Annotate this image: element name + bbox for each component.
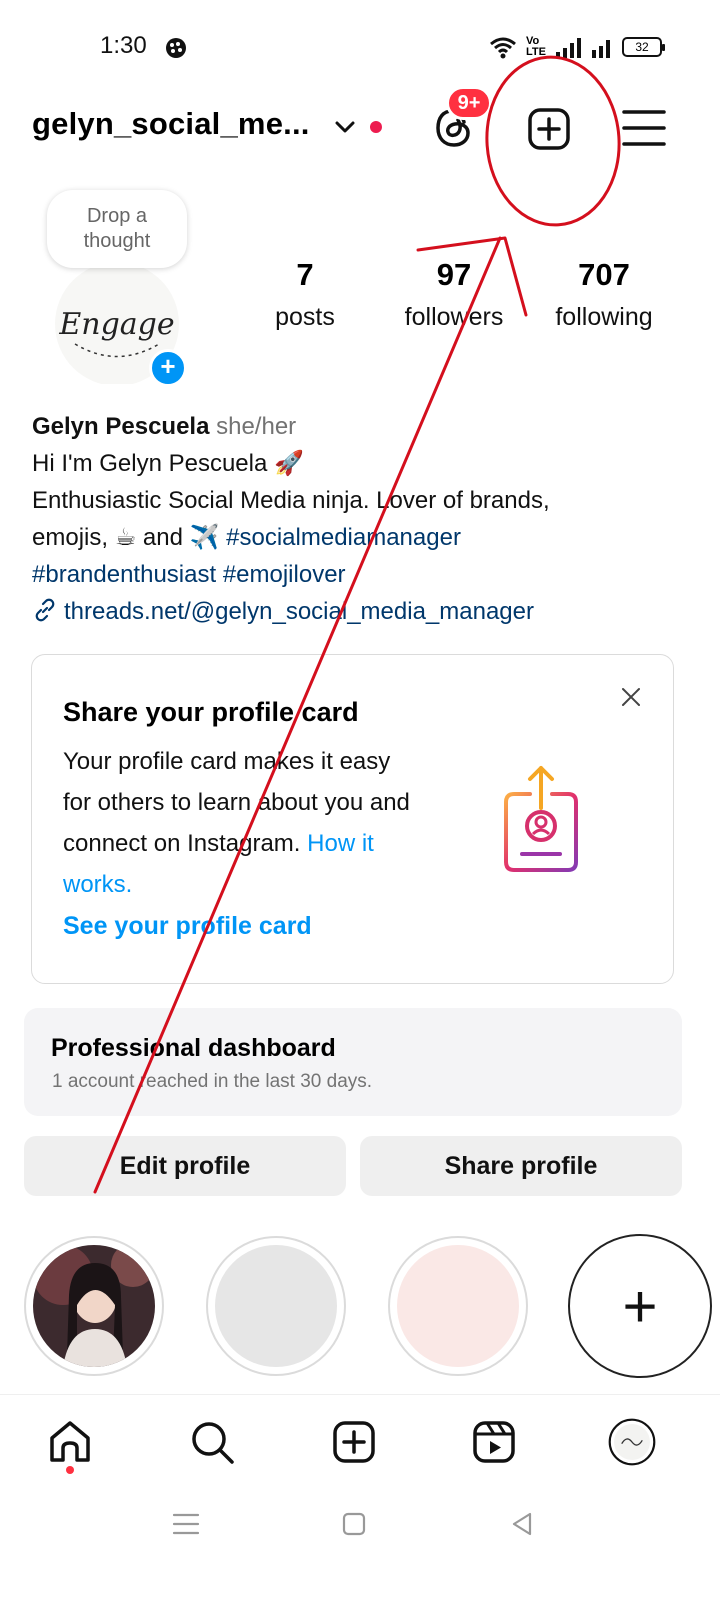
highlight-2-cover (215, 1245, 337, 1367)
posts-count: 7 (296, 257, 314, 292)
hashtag-brandenthusiast[interactable]: #brandenthusiast (32, 561, 216, 588)
nav-divider (0, 1394, 720, 1418)
followers-count: 97 (436, 257, 472, 292)
highlight-3-cover (397, 1245, 519, 1367)
new-activity-dot (370, 121, 382, 133)
hashtag-socialmediamanager[interactable]: #socialmediamanager (226, 524, 461, 551)
threads-link[interactable]: threads.net/@gelyn_social_media_manager (64, 598, 534, 625)
hamburger-menu-icon[interactable] (620, 104, 668, 152)
stat-following[interactable]: 707 following (540, 257, 668, 332)
battery-icon: 32 (622, 37, 665, 57)
bio-line-3: emojis, ☕ and ✈️ (32, 524, 220, 551)
highlight-3[interactable] (388, 1236, 528, 1376)
volte-label: Vo LTE (526, 35, 546, 58)
notification-badge: 9+ (446, 86, 492, 120)
create-icon[interactable] (330, 1418, 378, 1466)
add-story-plus-icon[interactable]: + (149, 349, 187, 387)
username-switcher[interactable]: gelyn_social_me... (32, 106, 310, 142)
profile-tab-avatar-icon[interactable] (608, 1418, 656, 1466)
reels-icon[interactable] (470, 1418, 518, 1466)
signal-icon-2 (592, 40, 610, 58)
dashboard-subtitle: 1 account reached in the last 30 days. (52, 1071, 373, 1092)
how-it-works-link[interactable]: How it (307, 830, 374, 857)
posts-label: posts (275, 303, 335, 331)
highlight-1-cover (33, 1245, 155, 1367)
share-profile-button[interactable]: Share profile (360, 1136, 682, 1196)
stat-posts[interactable]: 7 posts (262, 257, 348, 332)
signal-icon (556, 38, 581, 58)
hashtag-emojilover[interactable]: #emojilover (223, 561, 346, 588)
system-home-icon[interactable] (338, 1508, 370, 1540)
card-line-3: connect on Instagram. (63, 830, 301, 857)
profile-card-title: Share your profile card (63, 697, 359, 727)
status-time: 1:30 (100, 32, 147, 59)
profile-card-share-icon (504, 766, 578, 872)
profile-bio: Gelyn Pescuela she/her Hi I'm Gelyn Pesc… (32, 408, 692, 630)
card-line-1: Your profile card makes it easy (63, 748, 391, 775)
highlight-2[interactable] (206, 1236, 346, 1376)
stat-followers[interactable]: 97 followers (388, 257, 520, 332)
system-back-icon[interactable] (506, 1508, 538, 1540)
dashboard-title: Professional dashboard (51, 1034, 336, 1062)
card-line-2: for others to learn about you and (63, 789, 410, 816)
bio-line-1: Hi I'm Gelyn Pescuela 🚀 (32, 450, 304, 477)
create-post-icon[interactable] (525, 105, 573, 153)
drop-thought-bubble[interactable]: Drop a thought (47, 190, 187, 268)
home-icon[interactable] (46, 1418, 94, 1466)
close-icon[interactable] (618, 684, 644, 710)
system-menu-icon[interactable] (170, 1508, 202, 1540)
highlight-1[interactable] (24, 1236, 164, 1376)
pronouns: she/her (216, 413, 297, 440)
notification-status-icon (166, 38, 186, 58)
home-activity-dot (66, 1466, 74, 1474)
display-name: Gelyn Pescuela (32, 413, 210, 440)
profile-card-description: Your profile card makes it easy for othe… (63, 741, 483, 905)
edit-profile-button[interactable]: Edit profile (24, 1136, 346, 1196)
following-label: following (555, 303, 653, 331)
status-icons: Vo LTE 32 (488, 33, 665, 61)
avatar-logo-text: Engage (58, 307, 174, 342)
search-icon[interactable] (188, 1418, 236, 1466)
bio-line-2: Enthusiastic Social Media ninja. Lover o… (32, 487, 550, 514)
see-profile-card-link[interactable]: See your profile card (63, 912, 312, 941)
followers-label: followers (404, 303, 504, 331)
new-highlight-button[interactable]: + (568, 1234, 712, 1378)
chevron-down-icon[interactable] (332, 114, 358, 140)
link-icon (35, 598, 55, 622)
wifi-icon (490, 37, 516, 59)
following-count: 707 (578, 257, 630, 292)
how-it-works-link-2[interactable]: works. (63, 864, 483, 905)
